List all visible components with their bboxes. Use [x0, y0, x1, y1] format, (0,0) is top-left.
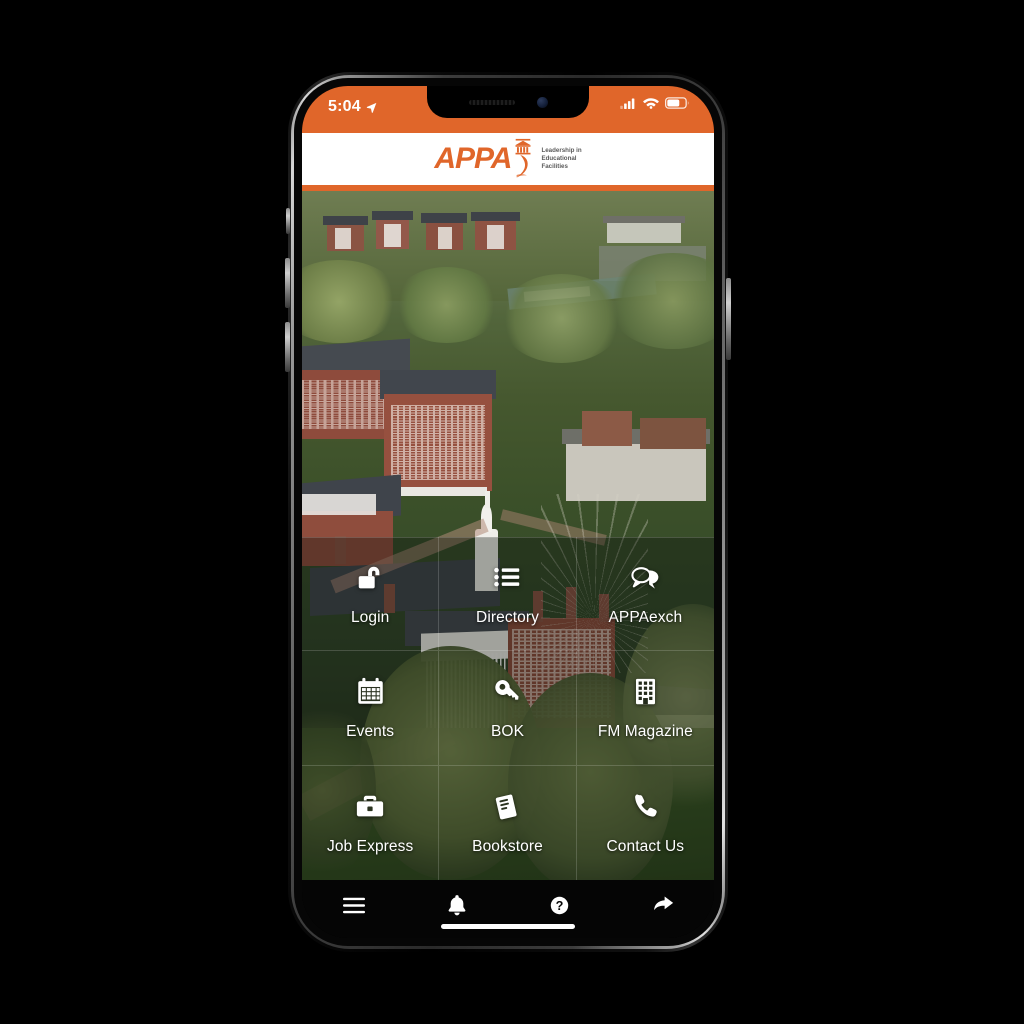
tagline-line-1: Leadership in [541, 147, 582, 154]
device-notch [427, 86, 589, 118]
question-mark-icon[interactable]: ? [543, 890, 577, 920]
location-arrow-icon [366, 102, 377, 113]
building-icon [628, 675, 662, 709]
front-camera [536, 96, 548, 108]
tagline-line-2: Educational [541, 155, 577, 162]
calendar-icon [353, 675, 387, 709]
menu-item-job-express[interactable]: Job Express [302, 765, 440, 880]
unlock-icon [353, 561, 387, 595]
chat-bubbles-icon [628, 561, 662, 595]
hamburger-menu-icon[interactable] [337, 890, 371, 920]
toolbar-slot-notifications [405, 890, 508, 920]
menu-item-label: Bookstore [472, 837, 543, 855]
menu-item-appaexch[interactable]: APPAexch [576, 537, 714, 652]
menu-grid: Login Directory APPAexch Events BOK FM M… [302, 537, 714, 880]
svg-text:?: ? [556, 898, 564, 912]
menu-item-label: APPAexch [608, 608, 683, 626]
key-icon [490, 675, 524, 709]
menu-item-label: BOK [490, 722, 525, 740]
menu-item-directory[interactable]: Directory [439, 537, 577, 652]
menu-item-label: FM Magazine [597, 722, 693, 740]
silent-switch-button[interactable] [286, 208, 290, 234]
list-icon [490, 561, 524, 595]
header-accent-strip [302, 185, 714, 191]
home-indicator[interactable] [441, 924, 575, 929]
menu-item-label: Directory [476, 608, 539, 626]
phone-icon [628, 790, 662, 824]
briefcase-icon [353, 790, 387, 824]
volume-up-button[interactable] [285, 258, 290, 308]
menu-item-contact-us[interactable]: Contact Us [577, 766, 714, 880]
toolbar-slot-share [611, 890, 714, 920]
status-time-label: 5:04 [328, 98, 361, 115]
status-bar-time-group: 5:04 [328, 97, 377, 117]
wifi-icon [643, 97, 659, 109]
app-logo-header: APPA Leadership in Educational Facilitie… [302, 133, 714, 185]
appa-building-logo-icon [511, 138, 535, 180]
screenshot-stage: Login Directory APPAexch Events BOK FM M… [0, 0, 1024, 1024]
menu-item-label: Events [346, 722, 395, 740]
phone-screen: Login Directory APPAexch Events BOK FM M… [302, 86, 714, 938]
menu-item-bok[interactable]: BOK [439, 651, 577, 766]
menu-item-login[interactable]: Login [302, 537, 440, 652]
toolbar-slot-help: ? [508, 890, 611, 920]
share-arrow-icon[interactable] [646, 890, 680, 920]
volume-down-button[interactable] [285, 322, 290, 372]
earpiece-speaker [468, 99, 515, 105]
book-icon [490, 790, 524, 824]
appa-wordmark: APPA [434, 142, 512, 175]
menu-item-label: Contact Us [606, 837, 685, 855]
menu-item-label: Job Express [326, 837, 414, 855]
hero-campus-photo: Login Directory APPAexch Events BOK FM M… [302, 191, 714, 880]
menu-item-fm-magazine[interactable]: FM Magazine [576, 651, 714, 766]
appa-tagline: Leadership in Educational Facilities [541, 147, 581, 171]
toolbar-slot-menu [302, 890, 405, 920]
menu-item-bookstore[interactable]: Bookstore [439, 765, 577, 880]
appa-logo: APPA Leadership in Educational Facilitie… [434, 138, 582, 180]
phone-device: Login Directory APPAexch Events BOK FM M… [285, 72, 731, 952]
status-bar-indicators [620, 97, 690, 109]
battery-icon [665, 97, 690, 109]
cellular-signal-icon [620, 98, 637, 109]
bottom-toolbar: ? [302, 880, 714, 938]
tagline-line-3: Facilities [541, 163, 568, 170]
menu-item-label: Login [350, 608, 390, 626]
bell-icon[interactable] [440, 890, 474, 920]
menu-item-events[interactable]: Events [302, 651, 440, 766]
power-button[interactable] [726, 278, 731, 360]
